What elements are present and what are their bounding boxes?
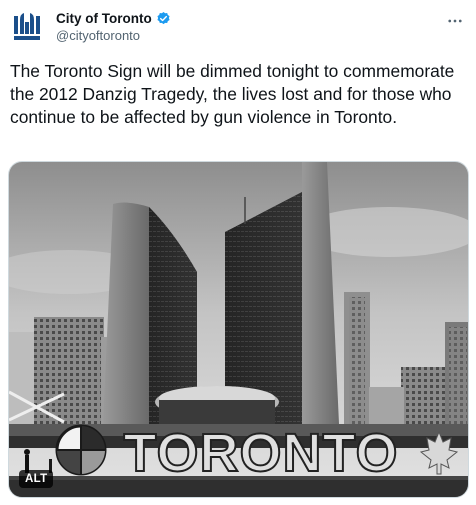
display-name[interactable]: City of Toronto [56,11,152,26]
tweet-photo[interactable]: TORONTO ALT [8,161,469,498]
more-options-button[interactable] [444,10,466,32]
alt-badge[interactable]: ALT [19,470,54,488]
handle[interactable]: @cityoftoronto [56,28,171,43]
verified-badge-icon [156,11,171,26]
city-of-toronto-logo-icon [14,13,40,40]
avatar[interactable] [10,9,44,43]
toronto-city-hall-photo: TORONTO [9,162,468,497]
tweet-text: The Toronto Sign will be dimmed tonight … [10,61,455,127]
tweet-header: City of Toronto @cityoftoronto [10,6,466,50]
toronto-sign-text: TORONTO [123,423,398,483]
more-options-icon [448,19,462,23]
